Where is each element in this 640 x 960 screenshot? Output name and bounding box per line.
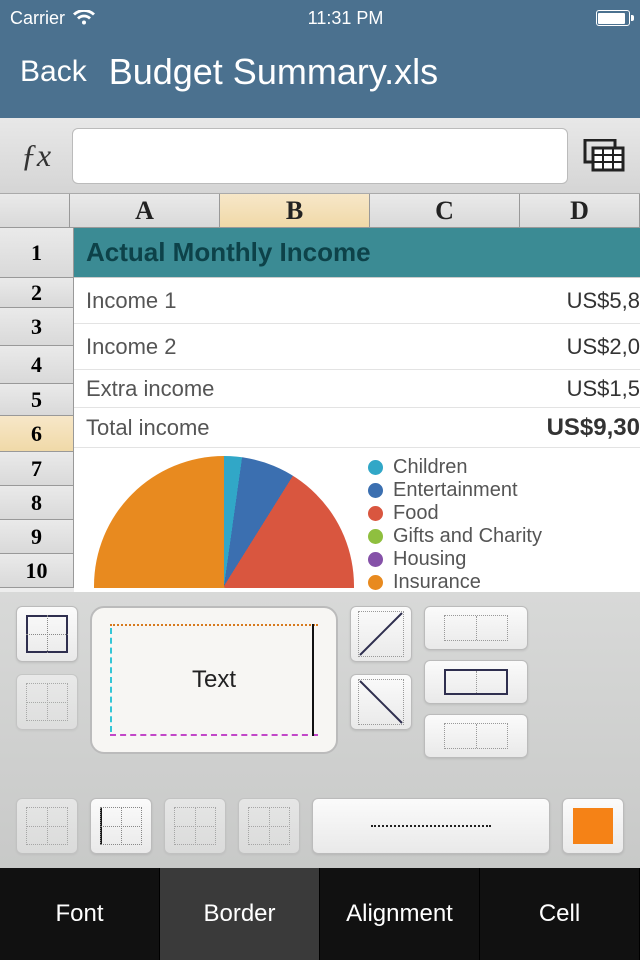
cells-region[interactable]: Actual Monthly Income Income 1 US$5,8 In… bbox=[74, 228, 640, 592]
border-box-button[interactable] bbox=[424, 660, 528, 704]
legend-item: Children bbox=[368, 456, 640, 479]
total-row[interactable]: Total income US$9,30 bbox=[74, 408, 640, 448]
legend-item: Insurance bbox=[368, 571, 640, 592]
clock: 11:31 PM bbox=[308, 8, 384, 29]
legend-dot bbox=[368, 460, 383, 475]
tab-font[interactable]: Font bbox=[0, 868, 160, 960]
row-label: Income 1 bbox=[74, 288, 567, 314]
border-panel: Text bbox=[0, 592, 640, 868]
row-value: US$1,5 bbox=[567, 376, 640, 402]
row-header-4[interactable]: 4 bbox=[0, 346, 74, 384]
row-header-10[interactable]: 10 bbox=[0, 554, 74, 588]
border-diag-up-button[interactable] bbox=[350, 606, 412, 662]
row-value: US$2,0 bbox=[567, 334, 640, 360]
row-header-6[interactable]: 6 bbox=[0, 416, 74, 452]
legend-label: Entertainment bbox=[393, 479, 518, 502]
col-header-a[interactable]: A bbox=[70, 194, 220, 227]
row-header-9[interactable]: 9 bbox=[0, 520, 74, 554]
section-header[interactable]: Actual Monthly Income bbox=[74, 228, 640, 278]
nav-bar: Back Budget Summary.xls bbox=[0, 36, 640, 118]
border-all-button[interactable] bbox=[238, 798, 300, 854]
format-tabs: Font Border Alignment Cell bbox=[0, 868, 640, 960]
tab-border[interactable]: Border bbox=[160, 868, 320, 960]
legend-label: Food bbox=[393, 502, 439, 525]
select-all-corner[interactable] bbox=[0, 194, 70, 227]
row-header-2[interactable]: 2 bbox=[0, 278, 74, 308]
legend-dot bbox=[368, 529, 383, 544]
pie-chart[interactable] bbox=[74, 448, 364, 588]
table-row[interactable]: Extra income US$1,5 bbox=[74, 370, 640, 408]
chart-legend: Children Entertainment Food Gifts and Ch… bbox=[364, 448, 640, 588]
chart-row: Children Entertainment Food Gifts and Ch… bbox=[74, 448, 640, 588]
legend-label: Insurance bbox=[393, 571, 481, 592]
row-value: US$9,30 bbox=[547, 414, 640, 442]
legend-dot bbox=[368, 552, 383, 567]
status-bar: Carrier 11:31 PM bbox=[0, 0, 640, 36]
row-header-8[interactable]: 8 bbox=[0, 486, 74, 520]
border-inside-v-bottom-button[interactable] bbox=[424, 714, 528, 758]
formula-input[interactable] bbox=[72, 128, 568, 184]
spreadsheet[interactable]: A B C D 1 2 3 4 5 6 7 8 9 10 Actual Mont… bbox=[0, 194, 640, 592]
row-header-7[interactable]: 7 bbox=[0, 452, 74, 486]
tab-cell[interactable]: Cell bbox=[480, 868, 640, 960]
back-button[interactable]: Back bbox=[20, 55, 87, 89]
row-value: US$5,8 bbox=[567, 288, 640, 314]
col-header-c[interactable]: C bbox=[370, 194, 520, 227]
border-outline-button[interactable] bbox=[16, 606, 78, 662]
legend-dot bbox=[368, 506, 383, 521]
column-headers: A B C D bbox=[0, 194, 640, 228]
carrier-label: Carrier bbox=[10, 8, 65, 29]
legend-item: Housing bbox=[368, 548, 640, 571]
border-inside-h-button[interactable] bbox=[16, 674, 78, 730]
border-diag-down-button[interactable] bbox=[350, 674, 412, 730]
legend-item: Gifts and Charity bbox=[368, 525, 640, 548]
border-preview[interactable]: Text bbox=[90, 606, 338, 754]
page-title: Budget Summary.xls bbox=[109, 51, 438, 93]
border-none-button[interactable] bbox=[16, 798, 78, 854]
border-left-button[interactable] bbox=[90, 798, 152, 854]
fx-button[interactable]: ƒx bbox=[10, 137, 62, 174]
row-label: Extra income bbox=[74, 376, 567, 402]
sheets-icon bbox=[583, 139, 625, 173]
border-inside-button[interactable] bbox=[164, 798, 226, 854]
battery-icon bbox=[596, 10, 630, 26]
legend-label: Housing bbox=[393, 548, 466, 571]
row-headers: 1 2 3 4 5 6 7 8 9 10 bbox=[0, 228, 74, 592]
col-header-b[interactable]: B bbox=[220, 194, 370, 227]
legend-dot bbox=[368, 575, 383, 590]
legend-item: Entertainment bbox=[368, 479, 640, 502]
legend-item: Food bbox=[368, 502, 640, 525]
tab-alignment[interactable]: Alignment bbox=[320, 868, 480, 960]
wifi-icon bbox=[73, 10, 95, 26]
sheets-button[interactable] bbox=[578, 134, 630, 178]
border-color-button[interactable] bbox=[562, 798, 624, 854]
border-inside-v-top-button[interactable] bbox=[424, 606, 528, 650]
legend-label: Children bbox=[393, 456, 467, 479]
row-header-1[interactable]: 1 bbox=[0, 228, 74, 278]
row-label: Income 2 bbox=[74, 334, 567, 360]
table-row[interactable]: Income 2 US$2,0 bbox=[74, 324, 640, 370]
table-row[interactable]: Income 1 US$5,8 bbox=[74, 278, 640, 324]
row-header-5[interactable]: 5 bbox=[0, 384, 74, 416]
row-header-3[interactable]: 3 bbox=[0, 308, 74, 346]
legend-dot bbox=[368, 483, 383, 498]
preview-label: Text bbox=[192, 666, 236, 694]
formula-bar: ƒx bbox=[0, 118, 640, 194]
col-header-d[interactable]: D bbox=[520, 194, 640, 227]
row-label: Total income bbox=[74, 415, 547, 441]
border-linestyle-button[interactable] bbox=[312, 798, 550, 854]
legend-label: Gifts and Charity bbox=[393, 525, 542, 548]
